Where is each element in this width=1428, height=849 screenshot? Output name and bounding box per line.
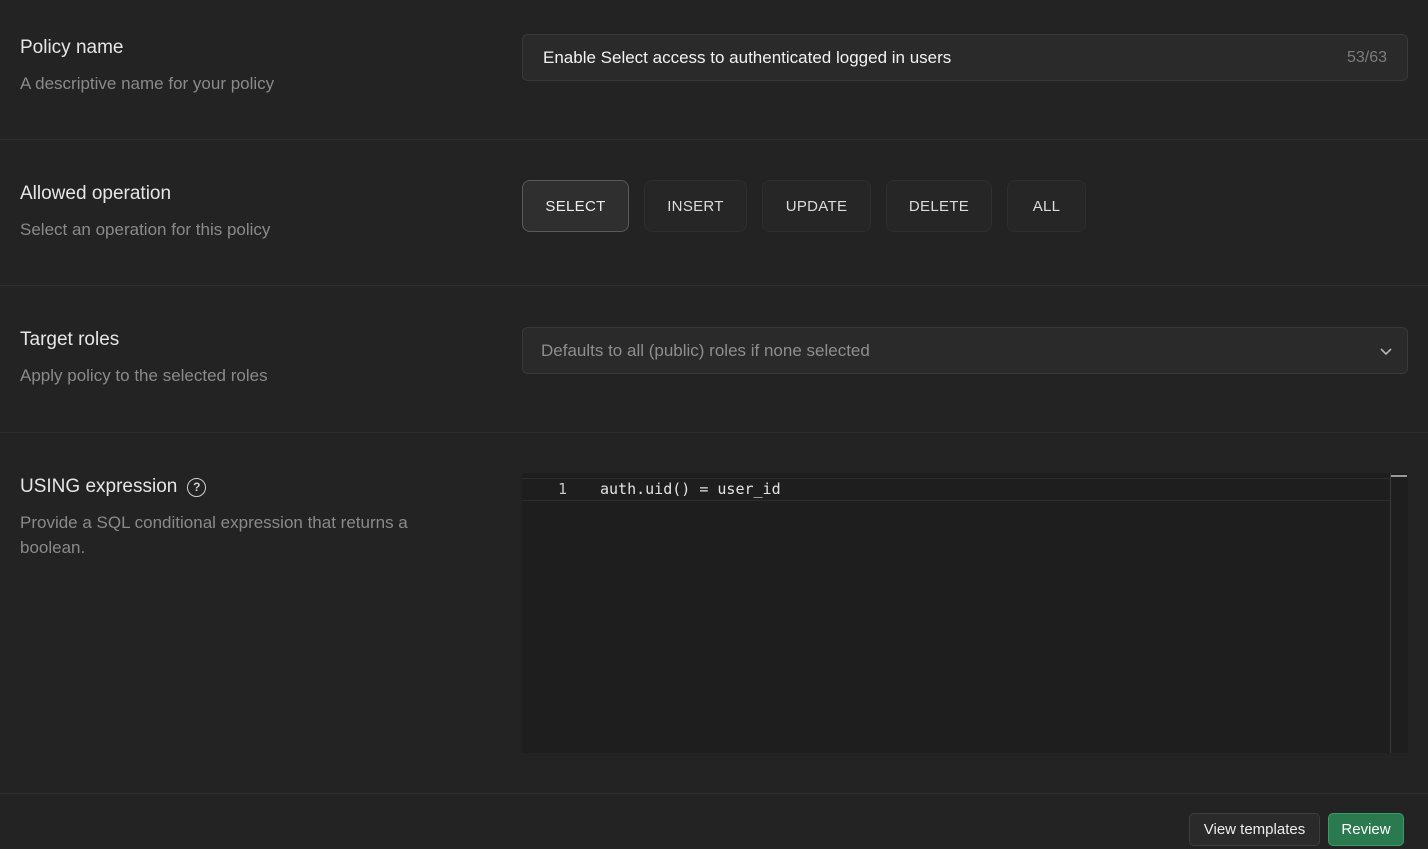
help-icon[interactable]: ? — [187, 477, 207, 497]
operation-description: Select an operation for this policy — [20, 220, 271, 239]
operation-update-button[interactable]: UPDATE — [762, 180, 871, 232]
target-roles-select[interactable]: Defaults to all (public) roles if none s… — [522, 327, 1408, 374]
policy-name-section: Policy name A descriptive name for your … — [0, 0, 1428, 140]
chevron-down-icon — [1380, 347, 1392, 355]
operation-title: Allowed operation — [20, 183, 172, 204]
target-roles-label-group: Target roles Apply policy to the selecte… — [20, 329, 450, 388]
using-expression-title-row: USING expression ? — [20, 476, 450, 498]
scrollbar-thumb[interactable] — [1391, 475, 1407, 477]
target-roles-description: Apply policy to the selected roles — [20, 366, 268, 385]
using-expression-label-group: USING expression ? Provide a SQL conditi… — [20, 476, 450, 560]
code-line[interactable]: auth.uid() = user_id — [600, 480, 781, 498]
operation-select-button[interactable]: SELECT — [522, 180, 629, 232]
target-roles-section: Target roles Apply policy to the selecte… — [0, 286, 1428, 433]
target-roles-title: Target roles — [20, 329, 120, 350]
operation-insert-button[interactable]: INSERT — [644, 180, 747, 232]
operation-options: SELECT INSERT UPDATE DELETE ALL — [522, 180, 1086, 232]
editor-scrollbar[interactable] — [1390, 473, 1408, 753]
review-button[interactable]: Review — [1328, 813, 1404, 846]
operation-label-group: Allowed operation Select an operation fo… — [20, 183, 450, 242]
operation-delete-button[interactable]: DELETE — [886, 180, 992, 232]
character-counter: 53/63 — [1346, 48, 1387, 66]
policy-name-label-group: Policy name A descriptive name for your … — [20, 37, 450, 96]
view-templates-button[interactable]: View templates — [1189, 813, 1320, 846]
target-roles-placeholder: Defaults to all (public) roles if none s… — [541, 340, 870, 360]
policy-name-description: A descriptive name for your policy — [20, 74, 275, 93]
policy-name-title: Policy name — [20, 37, 124, 58]
operation-all-button[interactable]: ALL — [1007, 180, 1086, 232]
using-expression-description: Provide a SQL conditional expression tha… — [20, 513, 408, 557]
policy-name-input[interactable]: Enable Select access to authenticated lo… — [522, 34, 1408, 81]
using-expression-title: USING expression — [20, 476, 178, 497]
line-number: 1 — [558, 480, 568, 498]
policy-name-value[interactable]: Enable Select access to authenticated lo… — [543, 48, 1347, 68]
sql-code-editor[interactable]: 1 auth.uid() = user_id — [522, 473, 1408, 753]
